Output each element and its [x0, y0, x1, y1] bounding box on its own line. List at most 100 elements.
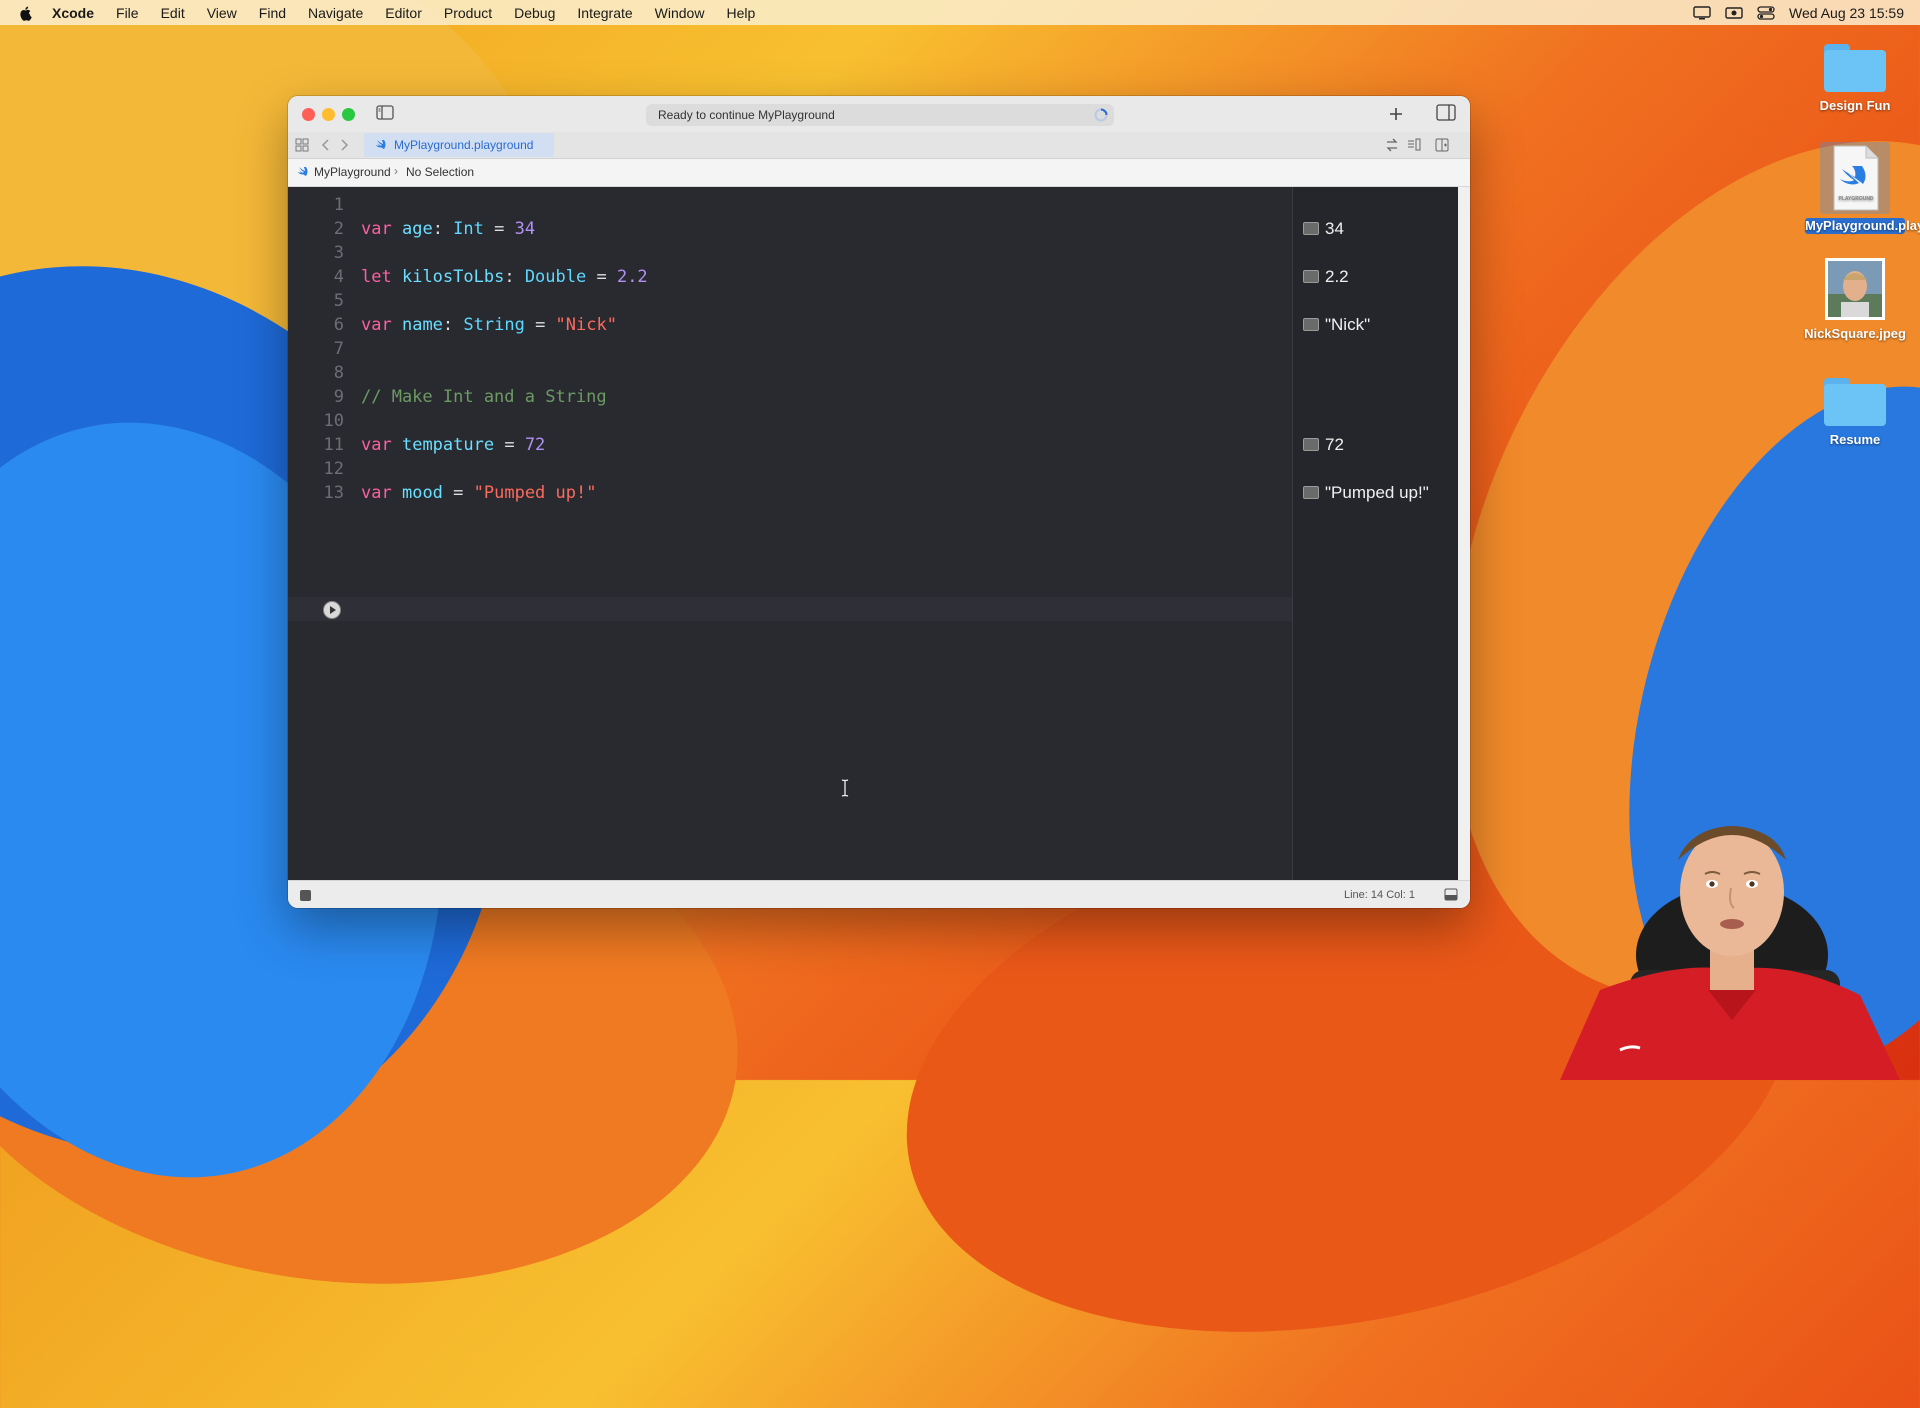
quick-look-icon[interactable]: [1303, 486, 1319, 499]
breadcrumb-project[interactable]: MyPlayground: [314, 165, 391, 179]
code-text: let kilosToLbs: Double = 2.2: [361, 265, 648, 289]
result-item[interactable]: "Pumped up!": [1303, 481, 1429, 505]
code-line[interactable]: 2 var age: Int = 34: [288, 217, 1292, 241]
add-library-icon[interactable]: [1386, 104, 1406, 124]
close-window-button[interactable]: [302, 108, 315, 121]
code-token: age: [401, 219, 433, 239]
line-number: 7: [333, 339, 344, 359]
control-center-icon[interactable]: [1757, 5, 1775, 20]
desktop-icon-label: Resume: [1829, 432, 1881, 447]
code-line[interactable]: 13 var mood = "Pumped up!": [288, 481, 1292, 505]
svg-text:PLAYGROUND: PLAYGROUND: [1838, 196, 1873, 202]
code-line[interactable]: 3: [288, 241, 1292, 265]
code-token: :: [442, 315, 464, 335]
menu-file[interactable]: File: [116, 5, 139, 21]
breadcrumb-chevron-icon: ›: [394, 164, 398, 178]
code-line[interactable]: 8: [288, 361, 1292, 385]
menu-integrate[interactable]: Integrate: [577, 5, 632, 21]
stop-icon[interactable]: [300, 890, 311, 901]
desktop-icon-resume[interactable]: Resume: [1800, 378, 1910, 447]
result-item[interactable]: "Nick": [1303, 313, 1370, 337]
result-value: "Pumped up!": [1325, 483, 1429, 502]
vertical-scrollbar[interactable]: [1458, 187, 1470, 880]
navigator-toggle-icon[interactable]: [376, 105, 394, 120]
current-line-highlight: [288, 597, 1292, 621]
code-token: =: [524, 315, 556, 335]
menu-view[interactable]: View: [207, 5, 237, 21]
quick-look-icon[interactable]: [1303, 438, 1319, 451]
quick-look-icon[interactable]: [1303, 270, 1319, 283]
menu-app-name[interactable]: Xcode: [52, 5, 94, 21]
swift-icon: [376, 140, 386, 149]
editor-options-icon[interactable]: [1406, 137, 1422, 153]
code-token: String: [463, 315, 525, 335]
code-line[interactable]: 12: [288, 457, 1292, 481]
code-line[interactable]: 11 var tempature = 72: [288, 433, 1292, 457]
debug-area-toggle-icon[interactable]: [1444, 888, 1458, 901]
menu-edit[interactable]: Edit: [161, 5, 185, 21]
code-line[interactable]: 1: [288, 193, 1292, 217]
code-token: =: [442, 483, 474, 503]
add-editor-icon[interactable]: [1434, 137, 1450, 153]
code-text: var mood = "Pumped up!": [361, 481, 596, 505]
line-number: 9: [333, 387, 344, 407]
apple-menu-icon[interactable]: [18, 5, 34, 21]
code-token: var: [361, 219, 392, 239]
breadcrumb-selection[interactable]: No Selection: [406, 165, 474, 179]
code-line[interactable]: 10: [288, 409, 1292, 433]
playground-file-icon: PLAYGROUND: [1820, 142, 1890, 214]
code-token: var: [361, 483, 392, 503]
line-number: 13: [323, 483, 344, 503]
folder-icon: [1824, 378, 1886, 426]
result-value: 72: [1325, 435, 1344, 454]
menu-find[interactable]: Find: [259, 5, 286, 21]
related-items-grid-icon[interactable]: [294, 137, 310, 153]
code-token: Int: [453, 219, 484, 239]
tab-myplayground[interactable]: MyPlayground.playground: [364, 133, 554, 157]
activity-status[interactable]: Ready to continue MyPlayground: [646, 104, 1114, 126]
result-item[interactable]: 2.2: [1303, 265, 1349, 289]
line-number: 11: [323, 435, 344, 455]
code-line[interactable]: 5: [288, 289, 1292, 313]
result-item[interactable]: 34: [1303, 217, 1344, 241]
menu-clock[interactable]: Wed Aug 23 15:59: [1789, 5, 1904, 21]
code-line[interactable]: 9 // Make Int and a String: [288, 385, 1292, 409]
line-number: 2: [333, 219, 344, 239]
forward-chevron-icon[interactable]: [336, 137, 352, 153]
result-item[interactable]: 72: [1303, 433, 1344, 457]
source-editor[interactable]: 1 2 var age: Int = 34 3 4 let kilosToLbs: Dou…: [288, 187, 1292, 880]
code-text: var age: Int = 34: [361, 217, 535, 241]
code-token: Double: [524, 267, 587, 287]
menu-window[interactable]: Window: [655, 5, 705, 21]
code-line[interactable]: 6 var name: String = "Nick": [288, 313, 1292, 337]
result-value: 34: [1325, 219, 1344, 238]
line-number: 5: [333, 291, 344, 311]
back-chevron-icon[interactable]: [318, 137, 334, 153]
menu-help[interactable]: Help: [726, 5, 755, 21]
menu-editor[interactable]: Editor: [385, 5, 422, 21]
display-icon[interactable]: [1693, 5, 1711, 20]
code-token: kilosToLbs: [401, 267, 505, 287]
code-token: =: [586, 267, 617, 287]
inspector-toggle-icon[interactable]: [1436, 104, 1456, 122]
code-token: mood: [401, 483, 443, 503]
menu-product[interactable]: Product: [444, 5, 492, 21]
menu-debug[interactable]: Debug: [514, 5, 555, 21]
quick-look-icon[interactable]: [1303, 222, 1319, 235]
desktop-icon-myplayground[interactable]: PLAYGROUND MyPlayground.playground: [1800, 142, 1920, 234]
run-playground-icon[interactable]: [322, 600, 342, 620]
desktop-icon-nicksquare[interactable]: NickSquare.jpeg: [1800, 258, 1910, 341]
code-line[interactable]: 4 let kilosToLbs: Double = 2.2: [288, 265, 1292, 289]
code-line[interactable]: 7: [288, 337, 1292, 361]
minimize-window-button[interactable]: [322, 108, 335, 121]
zoom-window-button[interactable]: [342, 108, 355, 121]
code-token: =: [494, 435, 525, 455]
quick-look-icon[interactable]: [1303, 318, 1319, 331]
menu-navigate[interactable]: Navigate: [308, 5, 363, 21]
swap-arrows-icon[interactable]: [1384, 137, 1400, 153]
desktop-icon-design-fun[interactable]: Design Fun: [1800, 44, 1910, 113]
tab-label: MyPlayground.playground: [394, 138, 534, 152]
screen-record-icon[interactable]: [1725, 6, 1743, 20]
